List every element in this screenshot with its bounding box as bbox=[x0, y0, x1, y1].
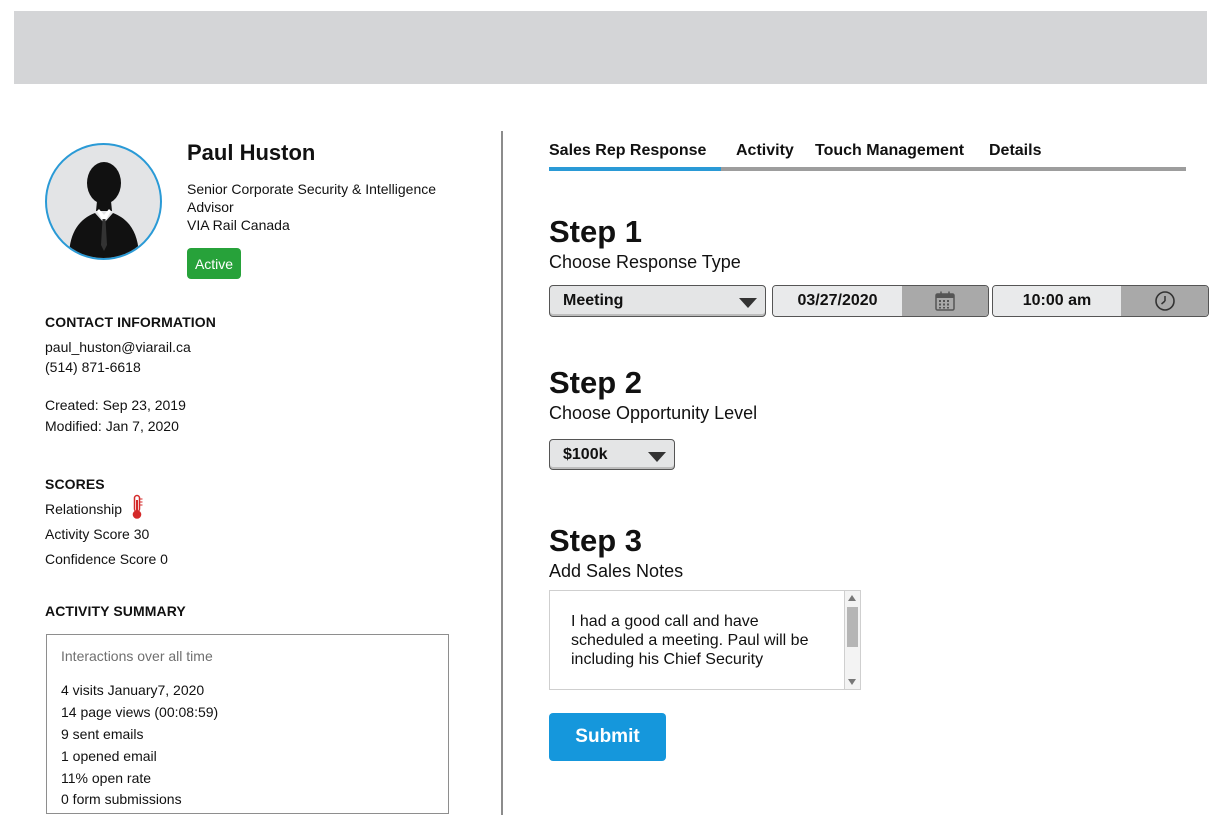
active-tab-indicator bbox=[549, 167, 721, 171]
tab-details[interactable]: Details bbox=[989, 142, 1041, 160]
avatar bbox=[45, 143, 162, 260]
confidence-score: Confidence Score 0 bbox=[45, 551, 168, 567]
contact-company: VIA Rail Canada bbox=[187, 217, 290, 233]
scrollbar-thumb[interactable] bbox=[847, 607, 858, 647]
chevron-down-icon bbox=[739, 298, 757, 308]
tab-touch-management[interactable]: Touch Management bbox=[815, 142, 964, 160]
status-badge: Active bbox=[187, 248, 241, 279]
step-3-subtitle: Add Sales Notes bbox=[549, 561, 684, 581]
activity-summary-subheading: Interactions over all time bbox=[61, 648, 213, 664]
list-item: 9 sent emails bbox=[61, 726, 144, 742]
activity-summary-box: Interactions over all time 4 visits Janu… bbox=[46, 634, 449, 814]
opportunity-level-select[interactable]: $100k bbox=[549, 439, 675, 470]
step-3-title: Step 3 bbox=[549, 523, 643, 558]
sales-notes-textarea[interactable]: I had a good call and have scheduled a m… bbox=[549, 590, 861, 690]
response-type-value: Meeting bbox=[563, 292, 624, 309]
calendar-button[interactable] bbox=[902, 286, 988, 316]
tab-sales-rep-response[interactable]: Sales Rep Response bbox=[549, 142, 706, 160]
activity-score: Activity Score 30 bbox=[45, 526, 150, 542]
notes-scrollbar[interactable] bbox=[844, 591, 860, 689]
scroll-down-icon[interactable] bbox=[848, 679, 856, 685]
tab-activity[interactable]: Activity bbox=[736, 142, 794, 160]
contact-phone: (514) 871-6618 bbox=[45, 359, 141, 375]
list-item: 11% open rate bbox=[61, 770, 152, 786]
step-1-title: Step 1 bbox=[549, 214, 643, 249]
time-input[interactable]: 10:00 am bbox=[993, 286, 1122, 316]
relationship-score-label: Relationship bbox=[45, 501, 123, 517]
opportunity-level-value: $100k bbox=[563, 445, 608, 463]
list-item: 4 visits January7, 2020 bbox=[61, 682, 205, 698]
clock-icon bbox=[1154, 291, 1175, 311]
list-item: 0 form submissions bbox=[61, 791, 182, 807]
header-bar bbox=[14, 11, 1207, 84]
activity-summary-heading: ACTIVITY SUMMARY bbox=[45, 603, 186, 619]
response-type-select[interactable]: Meeting bbox=[549, 285, 766, 317]
scores-heading: SCORES bbox=[45, 476, 105, 492]
chevron-down-icon bbox=[648, 451, 666, 462]
clock-button[interactable] bbox=[1121, 286, 1208, 316]
list-item: 1 opened email bbox=[61, 748, 157, 764]
step-1-subtitle: Choose Response Type bbox=[549, 252, 741, 272]
contact-name: Paul Huston bbox=[187, 140, 316, 165]
sales-notes-text: I had a good call and have scheduled a m… bbox=[571, 613, 809, 668]
date-picker[interactable]: 03/27/2020 bbox=[772, 285, 989, 317]
list-item: 14 page views (00:08:59) bbox=[61, 704, 219, 720]
created-date: Created: Sep 23, 2019 bbox=[45, 397, 186, 413]
submit-button[interactable]: Submit bbox=[549, 713, 666, 761]
contact-title: Senior Corporate Security & Intelligence… bbox=[187, 181, 437, 215]
person-silhouette-icon bbox=[69, 162, 139, 258]
panel-divider bbox=[501, 131, 503, 815]
contact-email-link[interactable]: paul_huston@viarail.ca bbox=[45, 339, 191, 355]
calendar-icon bbox=[935, 291, 955, 311]
date-input[interactable]: 03/27/2020 bbox=[773, 286, 903, 316]
time-picker[interactable]: 10:00 am bbox=[992, 285, 1209, 317]
contact-information-heading: CONTACT INFORMATION bbox=[45, 314, 216, 330]
step-2-subtitle: Choose Opportunity Level bbox=[549, 403, 758, 423]
step-2-title: Step 2 bbox=[549, 365, 643, 400]
modified-date: Modified: Jan 7, 2020 bbox=[45, 418, 179, 434]
scroll-up-icon[interactable] bbox=[848, 595, 856, 601]
thermometer-icon bbox=[132, 494, 143, 519]
